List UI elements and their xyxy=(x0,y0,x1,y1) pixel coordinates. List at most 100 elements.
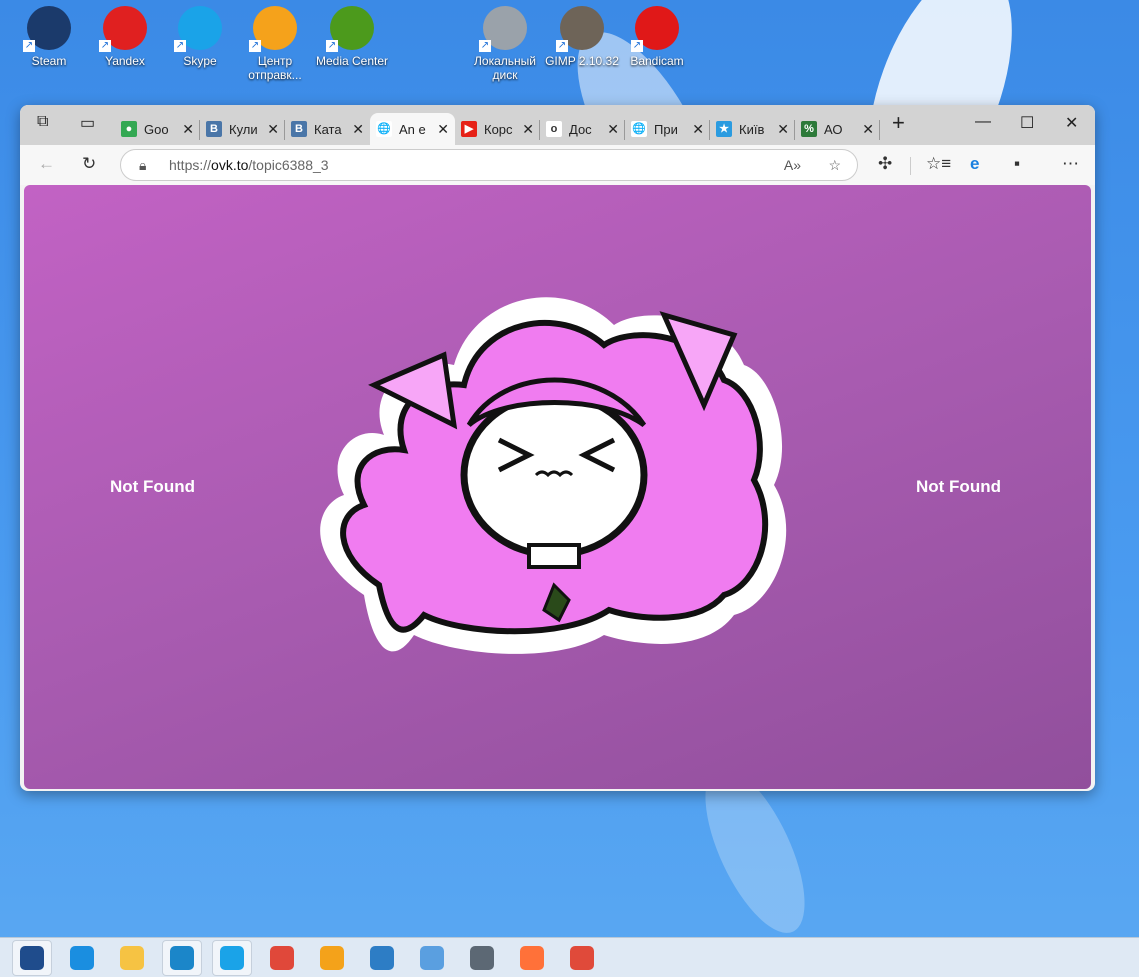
desktop-icon[interactable]: ↗ Yandex xyxy=(88,6,162,68)
youtube-icon: ▶ xyxy=(461,121,477,137)
shortcut-arrow-icon: ↗ xyxy=(23,40,35,52)
tab-title: АО xyxy=(824,121,843,137)
url-input[interactable]: 🔒︎ https://ovk.to/topic6388_3 A» ☆ xyxy=(120,149,858,181)
browser-tab[interactable]: 🌐 An e ✕ xyxy=(370,113,455,145)
taskbar-store[interactable] xyxy=(12,940,52,976)
refresh-icon[interactable]: ↻ xyxy=(82,154,96,174)
shortcut-arrow-icon: ↗ xyxy=(99,40,111,52)
taskbar-photos[interactable] xyxy=(362,940,402,976)
more-menu-icon[interactable]: ⋯ xyxy=(1062,154,1079,174)
taskbar-skype[interactable] xyxy=(212,940,252,976)
tab-separator xyxy=(879,120,880,140)
lock-icon: 🔒︎ xyxy=(139,157,147,173)
close-button[interactable]: ✕ xyxy=(1065,113,1078,133)
app-icon: ↗ xyxy=(99,6,147,52)
desktop-icon[interactable]: ↗ Центр отправк... xyxy=(238,6,312,82)
minimize-button[interactable]: — xyxy=(975,113,991,131)
firefox-icon xyxy=(520,946,544,970)
not-found-left: Not Found xyxy=(110,477,195,496)
desktop-icon-label: Yandex xyxy=(105,54,145,68)
desktop-icon-label: GIMP 2.10.32 xyxy=(545,54,619,68)
taskbar-calculator[interactable] xyxy=(462,940,502,976)
desktop-icon[interactable]: ↗ Steam xyxy=(12,6,86,68)
browser-tab[interactable]: % АО ✕ xyxy=(795,113,880,145)
browser-tab[interactable]: 🌐 При ✕ xyxy=(625,113,710,145)
taskbar-mail[interactable] xyxy=(62,940,102,976)
globe-icon: 🌐 xyxy=(376,121,392,137)
url-host: ovk.to xyxy=(211,157,249,173)
app-icon: ↗ xyxy=(249,6,297,52)
tab-close-icon[interactable]: ✕ xyxy=(267,121,279,138)
desktop-icon[interactable]: ↗ Media Center xyxy=(315,6,389,68)
browser-tab[interactable]: o Дос ✕ xyxy=(540,113,625,145)
browser-window: ⧉ ▭ ● Goo ✕ В Кули ✕ В Ката ✕ 🌐 An e ✕ ▶ Корс ✕ o Дос ✕ 🌐 П… xyxy=(20,105,1095,791)
tab-close-icon[interactable]: ✕ xyxy=(182,121,194,138)
desktop-icon[interactable]: ↗ GIMP 2.10.32 xyxy=(545,6,619,68)
taskbar-weather[interactable] xyxy=(312,940,352,976)
weather-icon xyxy=(320,946,344,970)
browser-tab[interactable]: ● Goo ✕ xyxy=(115,113,200,145)
desktop-icon-label: Локальный диск xyxy=(474,54,536,82)
ie-mode-icon[interactable]: e xyxy=(970,154,979,174)
tab-title: Goo xyxy=(144,121,169,137)
desktop-icon[interactable]: ↗ Локальный диск xyxy=(468,6,542,82)
google-maps-icon: ● xyxy=(121,121,137,137)
desktop-icon[interactable]: ↗ Skype xyxy=(163,6,237,68)
not-found-right: Not Found xyxy=(916,477,1001,496)
maximize-button[interactable]: ☐ xyxy=(1020,113,1034,133)
taskbar-firefox[interactable] xyxy=(512,940,552,976)
tab-title: An e xyxy=(399,121,426,137)
desktop-icon-label: Центр отправк... xyxy=(248,54,302,82)
browser-tab[interactable]: В Кули ✕ xyxy=(200,113,285,145)
new-tab-button[interactable]: + xyxy=(892,110,905,136)
extensions-icon[interactable]: ✣ xyxy=(878,154,892,174)
page-content: Not Found Not Found xyxy=(24,185,1091,789)
kyiv-star-icon: ★ xyxy=(716,121,732,137)
shortcut-arrow-icon: ↗ xyxy=(479,40,491,52)
taskbar-snipping-tool[interactable] xyxy=(562,940,602,976)
character-illustration xyxy=(320,297,787,654)
desktop-icon[interactable]: ↗ Bandicam xyxy=(620,6,694,68)
shortcut-arrow-icon: ↗ xyxy=(249,40,261,52)
browser-tab[interactable]: ★ Київ ✕ xyxy=(710,113,795,145)
tab-close-icon[interactable]: ✕ xyxy=(522,121,534,138)
browser-tab[interactable]: ▶ Корс ✕ xyxy=(455,113,540,145)
mail-icon xyxy=(70,946,94,970)
tab-close-icon[interactable]: ✕ xyxy=(692,121,704,138)
edge-icon xyxy=(170,946,194,970)
shortcut-arrow-icon: ↗ xyxy=(556,40,568,52)
store-icon xyxy=(20,946,44,970)
tab-title: Дос xyxy=(569,121,592,137)
read-aloud-icon[interactable]: A» xyxy=(784,150,801,180)
globe-icon: 🌐 xyxy=(631,121,647,137)
paint-icon xyxy=(420,946,444,970)
tab-title: Ката xyxy=(314,121,342,137)
browser-tab[interactable]: В Ката ✕ xyxy=(285,113,370,145)
tab-actions-icon[interactable]: ▭ xyxy=(80,113,95,133)
taskbar-chrome[interactable] xyxy=(262,940,302,976)
profile-icon[interactable]: ▪ xyxy=(1014,154,1020,174)
favorite-star-icon[interactable]: ☆ xyxy=(828,150,841,180)
tab-close-icon[interactable]: ✕ xyxy=(437,121,449,138)
tab-close-icon[interactable]: ✕ xyxy=(862,121,874,138)
photos-icon xyxy=(370,946,394,970)
shortcut-arrow-icon: ↗ xyxy=(174,40,186,52)
favorites-icon[interactable]: ☆≡ xyxy=(926,154,951,174)
vk-icon: В xyxy=(291,121,307,137)
tab-close-icon[interactable]: ✕ xyxy=(352,121,364,138)
divider xyxy=(910,157,911,175)
app-icon: ↗ xyxy=(479,6,527,52)
tab-close-icon[interactable]: ✕ xyxy=(607,121,619,138)
taskbar-file-explorer[interactable] xyxy=(112,940,152,976)
shortcut-arrow-icon: ↗ xyxy=(326,40,338,52)
workspaces-icon[interactable]: ⧉ xyxy=(37,113,48,131)
olx-icon: o xyxy=(546,121,562,137)
taskbar-edge[interactable] xyxy=(162,940,202,976)
taskbar-paint[interactable] xyxy=(412,940,452,976)
app-icon: ↗ xyxy=(631,6,679,52)
back-icon[interactable]: ← xyxy=(38,154,55,174)
address-bar-row: ← ↻ 🔒︎ https://ovk.to/topic6388_3 A» ☆ ✣… xyxy=(20,145,1095,185)
url-path: /topic6388_3 xyxy=(248,157,329,173)
tab-close-icon[interactable]: ✕ xyxy=(777,121,789,138)
desktop-icon-label: Steam xyxy=(31,54,67,68)
